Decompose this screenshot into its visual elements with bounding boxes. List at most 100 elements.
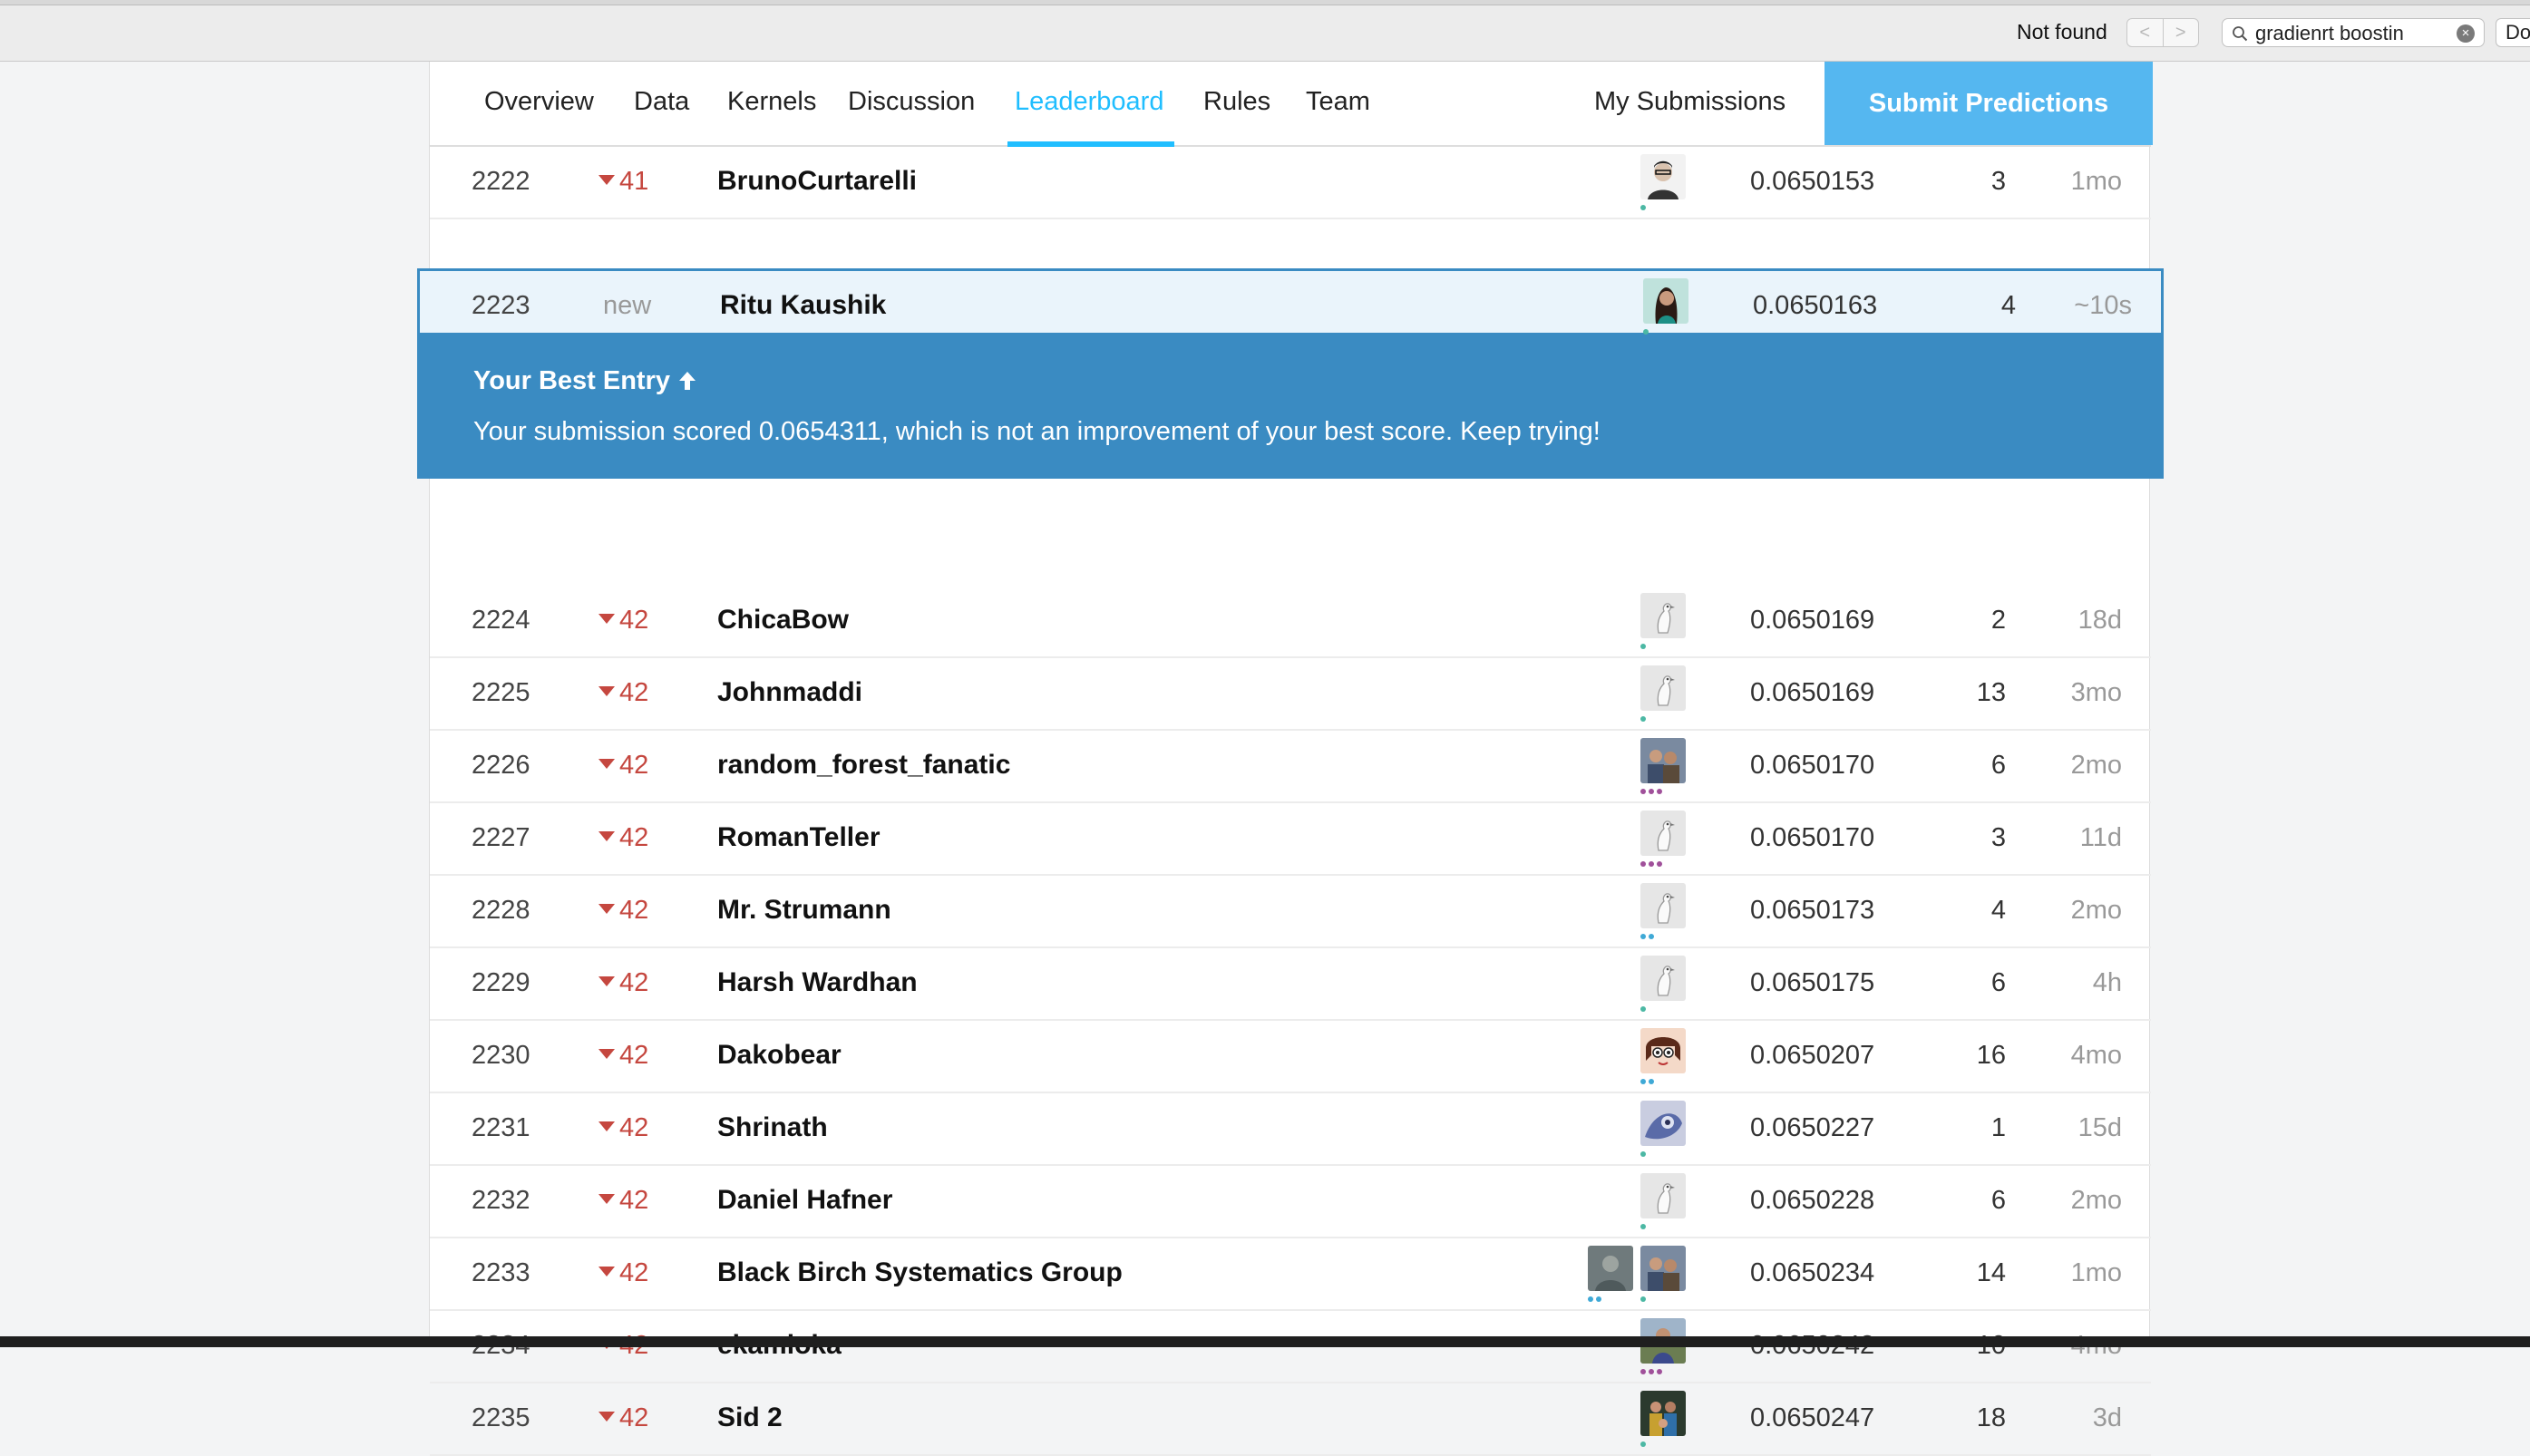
table-row[interactable]: 2232 42 Daniel Hafner 0.0650228 6 2mo bbox=[430, 1166, 2151, 1238]
done-button[interactable]: Do bbox=[2496, 18, 2530, 47]
entries-cell: 6 bbox=[1990, 968, 2006, 997]
table-row[interactable]: 2226 42 random_forest_fanatic 0.0650170 6 2mo bbox=[430, 731, 2151, 803]
member-avatar[interactable] bbox=[1640, 956, 1686, 1001]
tab-rules[interactable]: Rules bbox=[1203, 87, 1270, 117]
team-name-link[interactable]: Shrinath bbox=[717, 1112, 828, 1143]
table-row[interactable]: 223442ekamioka0.0650242104mo bbox=[430, 1311, 2151, 1383]
last-submission-cell: 1mo bbox=[2070, 1258, 2122, 1287]
score-cell: 0.0650169 bbox=[1750, 678, 1875, 707]
rank-change-value: 42 bbox=[619, 968, 649, 997]
find-prev-button[interactable]: < bbox=[2127, 19, 2164, 46]
team-name-link[interactable]: random_forest_fanatic bbox=[717, 750, 1010, 781]
rank-cell: 2233 bbox=[472, 1258, 530, 1287]
team-name-link[interactable]: RomanTeller bbox=[717, 822, 881, 853]
down-arrow-icon bbox=[598, 1049, 615, 1059]
last-submission-cell: 15d bbox=[2078, 1113, 2122, 1142]
entries-cell: 16 bbox=[1976, 1041, 2006, 1070]
member-avatar[interactable] bbox=[1643, 278, 1688, 324]
tier-dots bbox=[1640, 716, 1646, 722]
member-avatar[interactable] bbox=[1640, 1391, 1686, 1436]
entries-cell: 3 bbox=[1990, 823, 2006, 852]
find-input[interactable] bbox=[2255, 22, 2447, 45]
rank-cell: 2229 bbox=[472, 968, 530, 997]
last-submission-cell: 4mo bbox=[2070, 1041, 2122, 1070]
tab-discussion[interactable]: Discussion bbox=[848, 87, 975, 117]
down-arrow-icon bbox=[598, 976, 615, 986]
last-submission-cell: 2mo bbox=[2070, 751, 2122, 780]
member-avatar[interactable] bbox=[1640, 1246, 1686, 1291]
tier-dots bbox=[1640, 1441, 1646, 1447]
team-name-link[interactable]: Mr. Strumann bbox=[717, 895, 891, 926]
member-avatar[interactable] bbox=[1640, 665, 1686, 711]
member-avatar[interactable] bbox=[1640, 1028, 1686, 1073]
table-row[interactable]: 2224 42 ChicaBow 0.0650169 2 18d bbox=[430, 586, 2151, 658]
tier-dots bbox=[1640, 205, 1646, 210]
last-submission-cell: 1mo bbox=[2070, 167, 2122, 196]
entries-cell: 18 bbox=[1976, 1403, 2006, 1432]
rank-cell: 2228 bbox=[472, 896, 530, 925]
tier-dots bbox=[1588, 1296, 1601, 1302]
competition-tabs: Overview Data Kernels Discussion Leaderb… bbox=[430, 62, 2153, 147]
team-name-link[interactable]: BrunoCurtarelli bbox=[717, 166, 917, 197]
rank-change-value: 42 bbox=[619, 678, 649, 707]
team-name-link[interactable]: Daniel Hafner bbox=[717, 1185, 892, 1216]
down-arrow-icon bbox=[598, 175, 615, 185]
rank-change-value: 42 bbox=[619, 1113, 649, 1142]
best-entry-title-text: Your Best Entry bbox=[473, 366, 671, 395]
rank-cell: 2222 bbox=[472, 167, 530, 196]
team-name-link[interactable]: Dakobear bbox=[717, 1040, 842, 1071]
rank-change-cell: 42 bbox=[598, 968, 648, 998]
tab-strip bbox=[0, 0, 2530, 5]
table-row[interactable]: 2228 42 Mr. Strumann 0.0650173 4 2mo bbox=[430, 876, 2151, 948]
member-avatar[interactable] bbox=[1588, 1246, 1633, 1291]
team-name-link[interactable]: Johnmaddi bbox=[717, 677, 862, 708]
down-arrow-icon bbox=[598, 1267, 615, 1276]
find-bar: Not found < > × Do bbox=[0, 0, 2530, 62]
score-cell: 0.0650228 bbox=[1750, 1186, 1875, 1215]
last-submission-cell: 18d bbox=[2078, 606, 2122, 635]
team-name-link[interactable]: Ritu Kaushik bbox=[720, 290, 886, 321]
table-row[interactable]: 2230 42 Dakobear 0.0650207 16 4mo bbox=[430, 1021, 2151, 1093]
rank-change-value: 42 bbox=[619, 1041, 649, 1070]
member-avatar[interactable] bbox=[1640, 1101, 1686, 1146]
rank-change-value: 41 bbox=[619, 167, 649, 196]
member-avatar[interactable] bbox=[1640, 154, 1686, 199]
team-name-link[interactable]: ChicaBow bbox=[717, 605, 849, 636]
member-avatar[interactable] bbox=[1640, 738, 1686, 783]
member-avatar[interactable] bbox=[1640, 883, 1686, 928]
tab-kernels[interactable]: Kernels bbox=[727, 87, 816, 117]
table-row[interactable]: 2229 42 Harsh Wardhan 0.0650175 6 4h bbox=[430, 948, 2151, 1021]
find-next-button[interactable]: > bbox=[2164, 19, 2199, 46]
down-arrow-icon bbox=[598, 1412, 615, 1422]
rank-change-cell: 42 bbox=[598, 606, 648, 636]
my-leaderboard-row[interactable]: 2223 new Ritu Kaushik 0.0650163 4 ~10s bbox=[417, 268, 2164, 335]
tab-data[interactable]: Data bbox=[634, 87, 689, 117]
table-row[interactable]: 2233 42 Black Birch Systematics Group 0.065… bbox=[430, 1238, 2151, 1311]
tab-team[interactable]: Team bbox=[1306, 87, 1370, 117]
rank-change-cell: 42 bbox=[598, 1186, 648, 1216]
tier-dots bbox=[1643, 329, 1649, 335]
tab-leaderboard[interactable]: Leaderboard bbox=[1015, 87, 1163, 117]
table-row[interactable]: 2225 42 Johnmaddi 0.0650169 13 3mo bbox=[430, 658, 2151, 731]
submit-predictions-button[interactable]: Submit Predictions bbox=[1825, 62, 2153, 145]
team-name-link[interactable]: Harsh Wardhan bbox=[717, 967, 918, 998]
table-row[interactable]: 2227 42 RomanTeller 0.0650170 3 11d bbox=[430, 803, 2151, 876]
table-row[interactable]: 2222 41 BrunoCurtarelli 0.0650153 3 1mo bbox=[430, 147, 2151, 219]
rank-change-cell: new bbox=[603, 291, 651, 321]
member-avatar[interactable] bbox=[1640, 1173, 1686, 1218]
my-submissions-link[interactable]: My Submissions bbox=[1594, 87, 1786, 117]
find-search-box[interactable]: × bbox=[2222, 18, 2485, 47]
down-arrow-icon bbox=[598, 904, 615, 914]
clear-icon[interactable]: × bbox=[2457, 24, 2475, 43]
entries-cell: 2 bbox=[1990, 606, 2006, 635]
table-row[interactable]: 2231 42 Shrinath 0.0650227 1 15d bbox=[430, 1093, 2151, 1166]
team-name-link[interactable]: Sid 2 bbox=[717, 1403, 783, 1433]
score-cell: 0.0650234 bbox=[1750, 1258, 1875, 1287]
last-submission-cell: 11d bbox=[2079, 823, 2122, 852]
member-avatar[interactable] bbox=[1640, 593, 1686, 638]
tab-overview[interactable]: Overview bbox=[484, 87, 594, 117]
table-row[interactable]: 2235 42 Sid 2 0.0650247 18 3d bbox=[430, 1383, 2151, 1456]
rank-change-value: new bbox=[603, 291, 652, 320]
team-name-link[interactable]: Black Birch Systematics Group bbox=[717, 1257, 1123, 1288]
member-avatar[interactable] bbox=[1640, 811, 1686, 856]
